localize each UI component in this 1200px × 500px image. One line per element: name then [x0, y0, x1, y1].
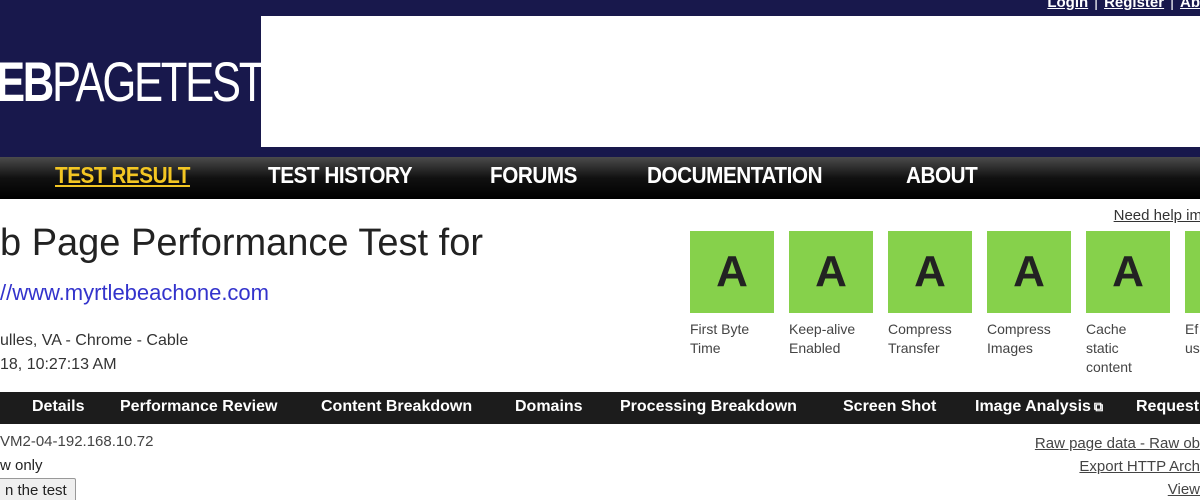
- tab-details[interactable]: Details: [32, 398, 84, 416]
- view-link[interactable]: View: [1168, 481, 1200, 498]
- grade-first-byte[interactable]: A First Byte Time: [690, 231, 780, 358]
- webpagetest-logo[interactable]: EBPAGETEST: [0, 50, 265, 113]
- grade-badge: A: [888, 231, 972, 313]
- grade-effective-use[interactable]: Ef us: [1185, 231, 1200, 358]
- grade-keep-alive[interactable]: A Keep-alive Enabled: [789, 231, 879, 358]
- tab-domains[interactable]: Domains: [515, 398, 583, 416]
- need-help-link[interactable]: Need help im: [1114, 207, 1200, 224]
- main-nav: TEST RESULT TEST HISTORY FORUMS DOCUMENT…: [0, 157, 1200, 199]
- nav-test-history[interactable]: TEST HISTORY: [268, 162, 413, 189]
- logo-text: PAGETEST: [52, 50, 265, 113]
- grade-badge: A: [987, 231, 1071, 313]
- login-link[interactable]: Login: [1047, 0, 1088, 11]
- tab-image-analysis-label: Image Analysis: [975, 398, 1091, 415]
- grade-label: First Byte Time: [690, 321, 750, 356]
- separator: |: [1094, 0, 1099, 11]
- grade-label: Cache static content: [1086, 321, 1132, 375]
- grade-badge: [1185, 231, 1200, 313]
- nav-documentation[interactable]: DOCUMENTATION: [647, 162, 823, 189]
- tab-image-analysis[interactable]: Image Analysis ⧉: [975, 398, 1103, 416]
- tab-request-map[interactable]: Request: [1136, 398, 1199, 416]
- page-title: b Page Performance Test for: [0, 222, 483, 264]
- tested-url-link[interactable]: //www.myrtlebeachone.com: [0, 280, 269, 306]
- grade-badge: A: [789, 231, 873, 313]
- grade-label: Ef us: [1185, 321, 1200, 356]
- test-host: VM2-04-192.168.10.72: [0, 433, 154, 450]
- site-header: EBPAGETEST Login | Register | Ab: [0, 0, 1200, 157]
- grade-badge: A: [1086, 231, 1170, 313]
- results-nav: Details Performance Review Content Break…: [0, 392, 1200, 424]
- grade-badge: A: [690, 231, 774, 313]
- nav-forums[interactable]: FORUMS: [490, 162, 577, 189]
- external-link-icon: ⧉: [1093, 399, 1104, 414]
- test-datetime: 18, 10:27:13 AM: [0, 356, 117, 373]
- view-mode-text: w only: [0, 457, 43, 474]
- raw-data-links: Raw page data - Raw ob: [1035, 435, 1200, 452]
- separator: |: [1170, 0, 1174, 11]
- nav-about[interactable]: ABOUT: [906, 162, 978, 189]
- register-link[interactable]: Register: [1104, 0, 1164, 11]
- export-har-link[interactable]: Export HTTP Arch: [1079, 458, 1200, 475]
- test-location: ulles, VA - Chrome - Cable: [0, 332, 189, 349]
- raw-object-data-link[interactable]: Raw ob: [1149, 435, 1200, 452]
- ad-banner: [261, 16, 1200, 147]
- nav-test-result[interactable]: TEST RESULT: [55, 162, 190, 189]
- separator: -: [1135, 435, 1150, 452]
- grade-cache-static[interactable]: A Cache static content: [1086, 231, 1170, 377]
- raw-page-data-link[interactable]: Raw page data: [1035, 435, 1136, 452]
- grade-compress-images[interactable]: A Compress Images: [987, 231, 1077, 358]
- about-link-top[interactable]: Ab: [1180, 0, 1200, 11]
- tab-screen-shot[interactable]: Screen Shot: [843, 398, 936, 416]
- rerun-test-button[interactable]: n the test: [0, 478, 76, 500]
- grade-label: Compress Transfer: [888, 321, 952, 356]
- tab-processing-breakdown[interactable]: Processing Breakdown: [620, 398, 797, 416]
- logo-bold-text: EB: [0, 50, 54, 113]
- grade-compress-transfer[interactable]: A Compress Transfer: [888, 231, 978, 358]
- top-links: Login | Register | Ab: [1047, 0, 1200, 11]
- grade-label: Keep-alive Enabled: [789, 321, 856, 356]
- tab-content-breakdown[interactable]: Content Breakdown: [321, 398, 472, 416]
- grade-label: Compress Images: [987, 321, 1051, 356]
- tab-performance-review[interactable]: Performance Review: [120, 398, 277, 416]
